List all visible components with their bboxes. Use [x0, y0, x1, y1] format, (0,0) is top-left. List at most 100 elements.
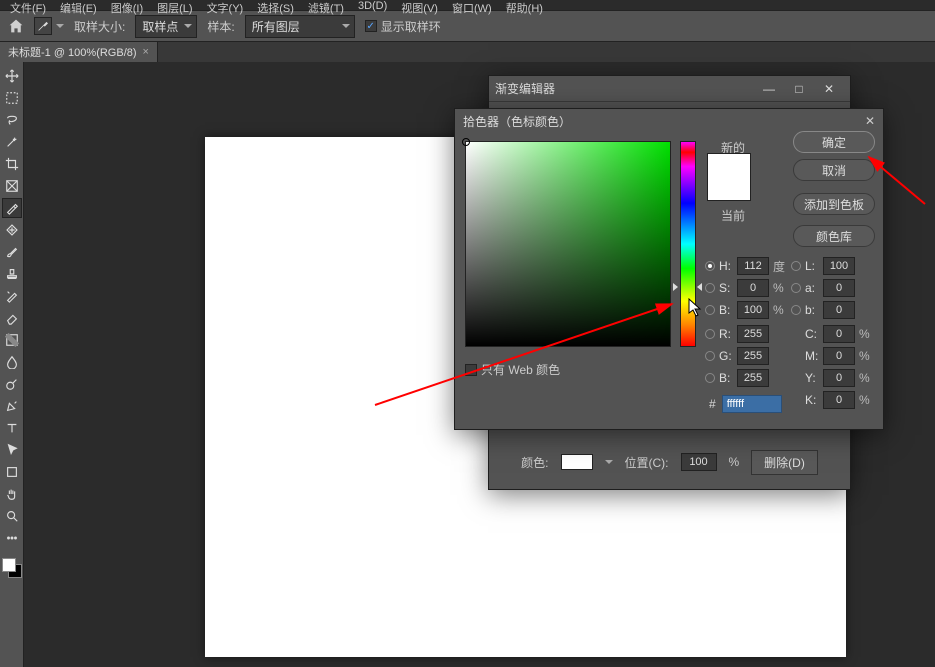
color-picker-title: 拾色器（色标颜色） — [463, 113, 571, 130]
home-icon[interactable] — [8, 18, 24, 34]
menu-help[interactable]: 帮助(H) — [500, 0, 549, 16]
gradient-tool[interactable] — [2, 330, 22, 350]
minimize-icon[interactable]: — — [754, 79, 784, 99]
radio-g[interactable] — [705, 351, 715, 361]
shape-tool[interactable] — [2, 462, 22, 482]
maximize-icon[interactable]: □ — [784, 79, 814, 99]
ok-button[interactable]: 确定 — [793, 131, 875, 153]
web-only-checkbox[interactable] — [465, 364, 477, 376]
show-sample-ring-checkbox[interactable] — [365, 20, 377, 32]
marquee-tool[interactable] — [2, 88, 22, 108]
sample-layers-select[interactable]: 所有图层 — [245, 15, 355, 38]
hue-slider[interactable] — [680, 141, 696, 347]
g-input[interactable] — [737, 347, 769, 365]
c-input[interactable] — [823, 325, 855, 343]
menu-edit[interactable]: 编辑(E) — [54, 0, 103, 16]
color-picker-titlebar[interactable]: 拾色器（色标颜色） ✕ — [455, 109, 883, 133]
radio-l[interactable] — [791, 261, 801, 271]
b-hsb-unit: % — [773, 303, 787, 317]
wand-tool[interactable] — [2, 132, 22, 152]
radio-h[interactable] — [705, 261, 715, 271]
a-label: a: — [805, 281, 819, 295]
type-tool[interactable] — [2, 418, 22, 438]
document-tab-title: 未标题-1 @ 100%(RGB/8) — [8, 44, 137, 60]
menu-view[interactable]: 视图(V) — [395, 0, 444, 16]
chevron-down-icon — [184, 24, 192, 28]
h-input[interactable] — [737, 257, 769, 275]
a-input[interactable] — [823, 279, 855, 297]
menu-type[interactable]: 文字(Y) — [201, 0, 250, 16]
b-lab-input[interactable] — [823, 301, 855, 319]
frame-tool[interactable] — [2, 176, 22, 196]
add-to-swatches-button[interactable]: 添加到色板 — [793, 193, 875, 215]
color-picker-dialog: 拾色器（色标颜色） ✕ 新的 当前 确定 取消 添加到色板 颜色库 只有 Web… — [454, 108, 884, 430]
radio-b-rgb[interactable] — [705, 373, 715, 383]
move-tool[interactable] — [2, 66, 22, 86]
k-input[interactable] — [823, 391, 855, 409]
stamp-tool[interactable] — [2, 264, 22, 284]
position-label: 位置(C): — [625, 454, 669, 471]
lasso-tool[interactable] — [2, 110, 22, 130]
zoom-tool[interactable] — [2, 506, 22, 526]
chevron-down-icon[interactable] — [56, 24, 64, 28]
chevron-down-icon — [342, 24, 350, 28]
h-label: H: — [719, 259, 733, 273]
color-label: 颜色: — [521, 454, 548, 471]
color-libraries-button[interactable]: 颜色库 — [793, 225, 875, 247]
radio-b-hsb[interactable] — [705, 305, 715, 315]
color-preview — [707, 153, 751, 201]
sample-size-select[interactable]: 取样点 — [135, 15, 197, 38]
saturation-value-field[interactable] — [465, 141, 671, 347]
y-unit: % — [859, 371, 873, 385]
brush-tool[interactable] — [2, 242, 22, 262]
menu-file[interactable]: 文件(F) — [4, 0, 52, 16]
radio-b-lab[interactable] — [791, 305, 801, 315]
history-brush-tool[interactable] — [2, 286, 22, 306]
document-tab[interactable]: 未标题-1 @ 100%(RGB/8) × — [0, 42, 158, 62]
pen-tool[interactable] — [2, 396, 22, 416]
gradient-stop-controls: 颜色: 位置(C): % 删除(D) — [489, 435, 850, 489]
dodge-tool[interactable] — [2, 374, 22, 394]
close-icon[interactable]: ✕ — [865, 114, 875, 128]
foreground-swatch[interactable] — [2, 558, 16, 572]
close-icon[interactable]: × — [143, 46, 149, 58]
radio-a[interactable] — [791, 283, 801, 293]
more-tools[interactable] — [2, 528, 22, 548]
close-icon[interactable]: ✕ — [814, 79, 844, 99]
new-color-swatch — [708, 154, 750, 177]
m-input[interactable] — [823, 347, 855, 365]
eyedropper-tool[interactable] — [2, 198, 22, 218]
eraser-tool[interactable] — [2, 308, 22, 328]
b-rgb-input[interactable] — [737, 369, 769, 387]
chevron-down-icon[interactable] — [605, 460, 613, 464]
l-input[interactable] — [823, 257, 855, 275]
hex-row: # — [709, 395, 782, 413]
radio-r[interactable] — [705, 329, 715, 339]
y-input[interactable] — [823, 369, 855, 387]
color-swatches[interactable] — [2, 558, 22, 578]
delete-stop-button[interactable]: 删除(D) — [751, 450, 818, 475]
r-input[interactable] — [737, 325, 769, 343]
s-input[interactable] — [737, 279, 769, 297]
stop-color-swatch[interactable] — [561, 454, 593, 470]
gradient-editor-titlebar[interactable]: 渐变编辑器 — □ ✕ — [489, 76, 850, 102]
m-unit: % — [859, 349, 873, 363]
tool-preset-eyedropper[interactable] — [34, 17, 52, 35]
menu-3d[interactable]: 3D(D) — [352, 0, 393, 12]
hand-tool[interactable] — [2, 484, 22, 504]
hue-slider-arrow-left — [673, 283, 678, 291]
sv-pointer[interactable] — [462, 138, 470, 146]
cancel-button[interactable]: 取消 — [793, 159, 875, 181]
crop-tool[interactable] — [2, 154, 22, 174]
radio-s[interactable] — [705, 283, 715, 293]
hex-input[interactable] — [722, 395, 782, 413]
s-unit: % — [773, 281, 787, 295]
menu-window[interactable]: 窗口(W) — [446, 0, 498, 16]
y-label: Y: — [805, 371, 819, 385]
path-select-tool[interactable] — [2, 440, 22, 460]
position-input[interactable] — [681, 453, 717, 471]
web-only-option[interactable]: 只有 Web 颜色 — [465, 361, 560, 378]
healing-tool[interactable] — [2, 220, 22, 240]
b-hsb-input[interactable] — [737, 301, 769, 319]
blur-tool[interactable] — [2, 352, 22, 372]
